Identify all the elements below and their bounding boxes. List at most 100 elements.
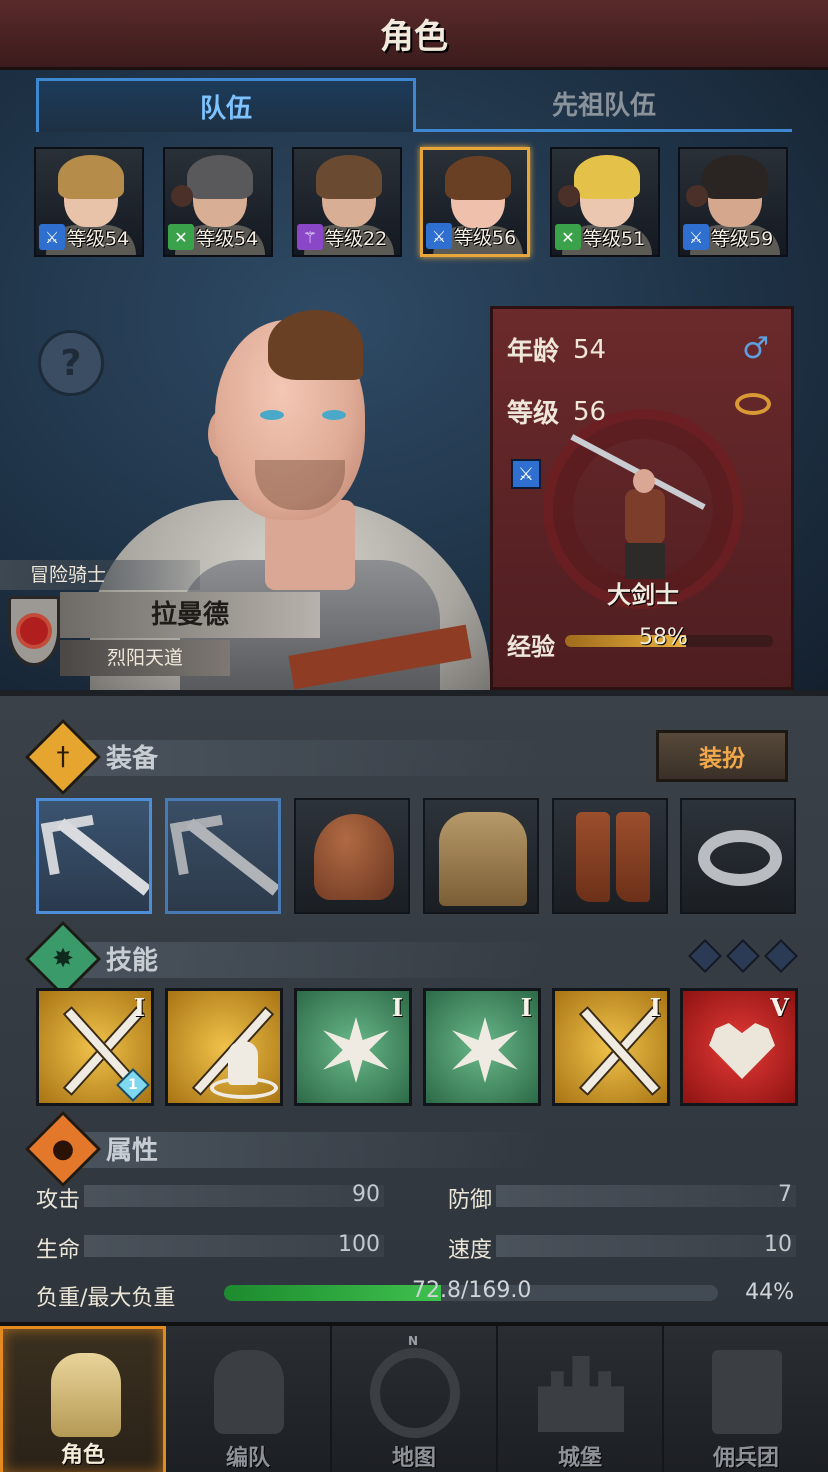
nav-formation[interactable]: 编队: [166, 1326, 332, 1472]
person-icon: ●: [51, 1134, 75, 1164]
weapon-slot-main[interactable]: [36, 798, 152, 914]
character-overview: 队伍 先祖队伍 ⚔ 等级54 ✕ 等级54 ⚚ 等级22 ⚔ 等级56 ✕ 等级…: [0, 70, 828, 690]
portrait-hair: [445, 156, 511, 200]
helmet-icon: [558, 185, 580, 207]
helmet-icon: [171, 185, 193, 207]
heart-icon: [709, 1023, 775, 1079]
nav-castle[interactable]: 城堡: [498, 1326, 664, 1472]
roster-portrait[interactable]: ✕ 等级54: [163, 147, 273, 257]
faction-shield-icon: [8, 596, 60, 666]
portrait-level: 等级56: [454, 227, 517, 249]
skill-slots: I 1 I I I V: [36, 988, 798, 1106]
compass-icon: [370, 1348, 460, 1438]
skill-rank: I: [520, 993, 532, 1022]
rally-skill-icon[interactable]: [165, 988, 283, 1106]
cross-swords-skill-icon[interactable]: I: [552, 988, 670, 1106]
skill-rank: I: [649, 993, 661, 1022]
portrait-hair: [187, 155, 253, 199]
hero-eye: [322, 410, 346, 420]
equipment-section-icon: †: [24, 718, 102, 796]
ring-slot[interactable]: [680, 798, 796, 914]
tab-ancestor-team[interactable]: 先祖队伍: [416, 78, 792, 132]
skill-rank: I: [391, 993, 403, 1022]
marriage-rings-icon[interactable]: [735, 393, 771, 415]
helmet-icon: [214, 1350, 284, 1434]
level-value: 56: [573, 396, 607, 427]
portrait-hair: [58, 155, 124, 199]
tab-team[interactable]: 队伍: [36, 78, 416, 132]
exp-label: 经验: [507, 633, 555, 661]
roster-portrait[interactable]: ⚚ 等级22: [292, 147, 402, 257]
figure-body: [625, 489, 665, 545]
star-icon: ✸: [52, 944, 74, 974]
sword-icon: ⚔: [511, 459, 541, 489]
crystal-burst-skill-icon[interactable]: I: [294, 988, 412, 1106]
dagger-icon: †: [56, 742, 70, 772]
equipment-header: † 装备: [24, 718, 548, 796]
nav-label: 角色: [60, 1443, 105, 1468]
sun-emblem: [20, 617, 48, 645]
burst-skill-icon[interactable]: I: [423, 988, 541, 1106]
skills-title: 技能: [106, 946, 159, 976]
hp-value: 100: [338, 1232, 380, 1257]
character-faction: 烈阳天道: [60, 640, 230, 676]
staff-icon: ⚚: [297, 224, 323, 250]
sword-icon: ⚔: [426, 223, 452, 249]
knight-icon: [51, 1353, 121, 1437]
team-tabs: 队伍 先祖队伍: [36, 78, 792, 134]
hp-label: 生命: [36, 1238, 81, 1263]
age-row: 年龄 54: [507, 331, 606, 368]
portrait-hair: [316, 155, 382, 199]
roster-portraits: ⚔ 等级54 ✕ 等级54 ⚚ 等级22 ⚔ 等级56 ✕ 等级51 ⚔ 等级5…: [34, 147, 794, 259]
character-name: 拉曼德: [60, 592, 320, 638]
hero-eye: [260, 410, 284, 420]
armor-slot[interactable]: [423, 798, 539, 914]
portrait-level: 等级54: [67, 228, 130, 250]
diamond-indicator: [688, 939, 722, 973]
portrait-level: 等级59: [711, 228, 774, 250]
banner-icon: [712, 1350, 782, 1434]
exp-percent: 58%: [639, 625, 688, 650]
roster-portrait[interactable]: ✕ 等级51: [550, 147, 660, 257]
character-title: 冒险骑士: [0, 560, 200, 590]
burst: [452, 1017, 518, 1083]
equipment-title: 装备: [106, 744, 159, 774]
sword-icon: ⚔: [39, 224, 65, 250]
dual-swords-skill-icon[interactable]: I 1: [36, 988, 154, 1106]
bottom-nav: 角色 编队 N 地图 城堡 佣兵团: [0, 1322, 828, 1472]
nav-character[interactable]: 角色: [0, 1326, 166, 1472]
attributes-header: ● 属性: [24, 1110, 548, 1188]
defense-label: 防御: [448, 1188, 493, 1213]
diamond-indicator: [764, 939, 798, 973]
weapon-slot-offhand[interactable]: [165, 798, 281, 914]
aura-ring: [210, 1077, 278, 1099]
heartbeat-skill-icon[interactable]: V: [680, 988, 798, 1106]
roster-portrait[interactable]: ⚔ 等级54: [34, 147, 144, 257]
diamond-indicator: [726, 939, 760, 973]
helmet-icon: [686, 185, 708, 207]
boot-left-icon: [576, 812, 610, 902]
nav-mercenary[interactable]: 佣兵团: [664, 1326, 828, 1472]
load-percent: 44%: [745, 1280, 794, 1305]
dress-up-button[interactable]: 装扮: [656, 730, 788, 782]
roster-portrait[interactable]: ⚔ 等级59: [678, 147, 788, 257]
boot-right-icon: [616, 812, 650, 902]
age-value: 54: [573, 334, 607, 365]
helmet-slot[interactable]: [294, 798, 410, 914]
boots-slot[interactable]: [552, 798, 668, 914]
portrait-level: 等级54: [196, 228, 259, 250]
attributes-title: 属性: [106, 1136, 159, 1166]
hero-mohawk: [268, 310, 363, 380]
roster-portrait-selected[interactable]: ⚔ 等级56: [420, 147, 530, 257]
portrait-level: 等级51: [583, 228, 646, 250]
nav-map[interactable]: N 地图: [332, 1326, 498, 1472]
leather-helmet-icon: [314, 814, 394, 900]
load-value: 72.8/169.0: [412, 1278, 532, 1303]
nav-label: 地图: [391, 1446, 436, 1471]
nav-label: 佣兵团: [712, 1446, 779, 1471]
male-icon: ♂: [742, 331, 769, 366]
nav-label: 编队: [225, 1446, 270, 1471]
leather-armor-icon: [439, 812, 527, 906]
skill-rank: V: [770, 993, 789, 1022]
equipment-slots: [36, 798, 796, 914]
